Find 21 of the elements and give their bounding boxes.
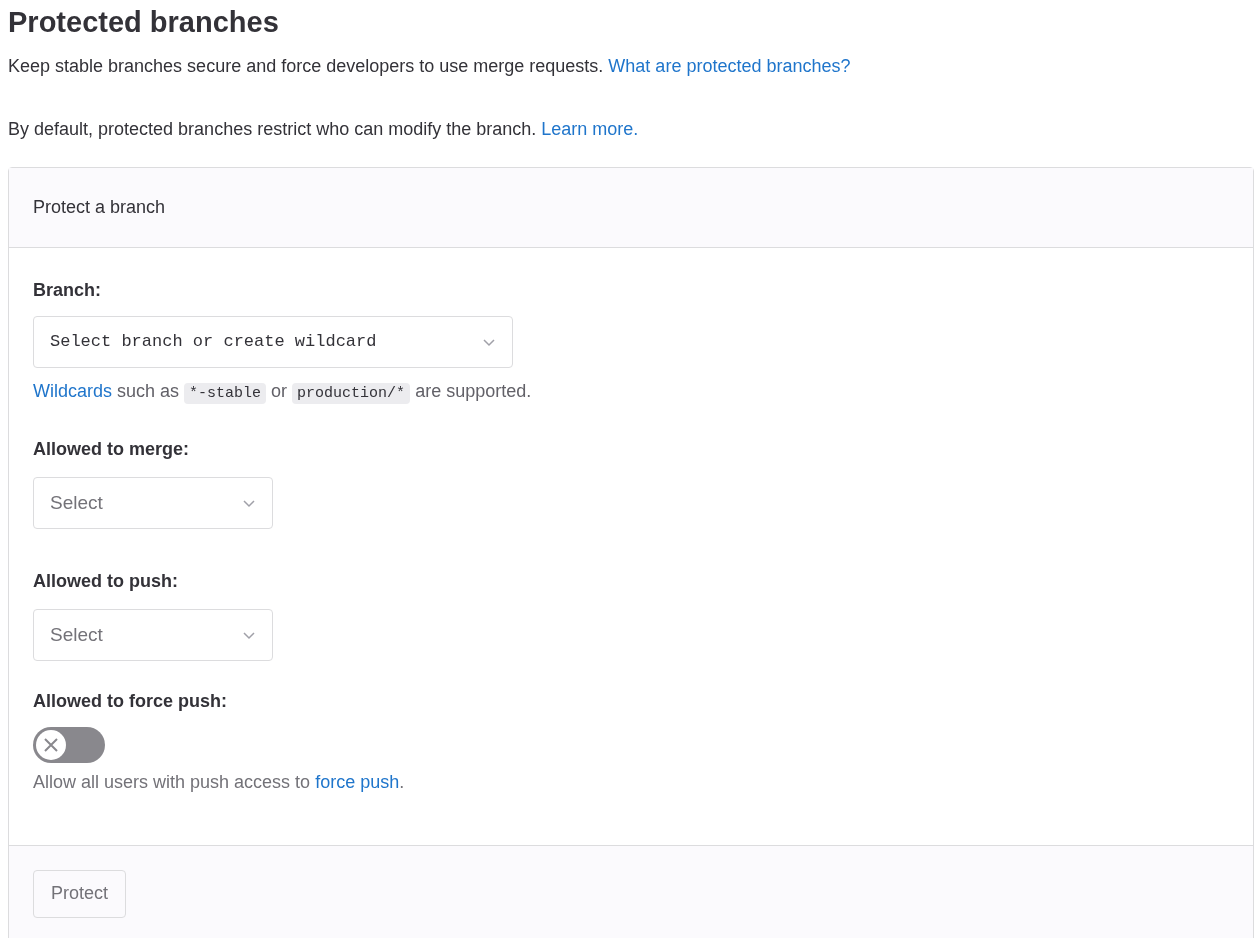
close-icon <box>35 729 67 761</box>
field-label: Branch: <box>33 279 102 302</box>
card-title: Protect a branch <box>33 196 166 219</box>
force-push-toggle[interactable] <box>33 727 105 763</box>
help-link[interactable]: Wildcards <box>33 381 112 401</box>
help-link[interactable]: Learn more. <box>541 119 639 139</box>
field-label: Allowed to push: <box>33 570 179 593</box>
branch-dropdown[interactable]: Select branch or create wildcard <box>33 316 513 368</box>
wildcard-hint: Wildcards such as *-stable or production/* are supported. <box>33 380 533 406</box>
intro-text: Keep stable branches secure and force developers to use merge requests. What are protected branches? <box>8 55 852 78</box>
default-note-text: By default, protected branches restrict who can modify the branch. Learn more. <box>8 118 640 141</box>
role-dropdown[interactable]: Select <box>33 609 273 661</box>
field-label: Allowed to force push: <box>33 690 228 713</box>
code-snippet: production/* <box>292 383 411 404</box>
help-link[interactable]: force push <box>315 772 400 792</box>
force-push-hint: Allow all users with push access to force push. <box>33 771 406 794</box>
page-title: Protected branches <box>8 5 280 40</box>
role-dropdown[interactable]: Select <box>33 477 273 529</box>
help-link[interactable]: What are protected branches? <box>608 56 851 76</box>
field-label: Allowed to merge: <box>33 438 190 461</box>
code-snippet: *-stable <box>184 383 267 404</box>
